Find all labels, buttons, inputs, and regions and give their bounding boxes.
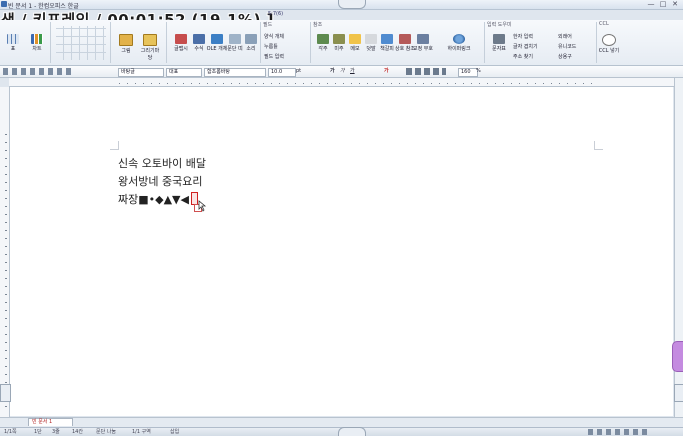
document-page[interactable]	[10, 87, 673, 416]
app-icon	[1, 1, 7, 7]
sound-button[interactable]: 소리	[240, 34, 262, 52]
common-phrase-button[interactable]: 상용구	[558, 53, 572, 60]
doc-line-1[interactable]: 신속 오토바이 배달	[118, 155, 206, 171]
table-chart-group: 표 차트	[0, 22, 51, 63]
left-side-tab[interactable]	[0, 384, 11, 402]
view-mode-buttons[interactable]	[588, 429, 648, 435]
hyperlink-button[interactable]: 하이퍼링크	[442, 34, 476, 52]
unicode-button[interactable]: 유니코드	[558, 43, 576, 50]
document-tab[interactable]: 빈 문서 1	[28, 418, 73, 426]
reference-group: 참조 각주 미주 메모 덧말 책갈피 상호 참조 교정 부호 하이퍼링크	[312, 22, 485, 63]
wordart-icon	[175, 34, 187, 44]
table-button[interactable]: 표	[2, 34, 24, 52]
style-select[interactable]: 바탕글	[118, 68, 164, 77]
close-button[interactable]: ✕	[670, 1, 680, 8]
ccl-icon	[602, 34, 616, 46]
ole-icon	[211, 34, 223, 44]
font-select[interactable]: 함초롬바탕	[204, 68, 266, 77]
click-here-button[interactable]: 누름틀	[264, 43, 278, 50]
proofread-icon	[417, 34, 429, 44]
zoom-unit: %	[476, 68, 481, 74]
globe-icon	[453, 34, 465, 44]
document-tab-bar	[0, 417, 683, 427]
vertical-ruler[interactable]	[0, 87, 10, 417]
right-side-tab[interactable]	[674, 384, 683, 402]
symbol-icon	[493, 34, 505, 44]
proofread-button[interactable]: 교정 부호	[412, 34, 434, 52]
equation-icon	[193, 34, 205, 44]
ruler-ticks	[119, 83, 599, 84]
hanja-input-button[interactable]: 한자 입력	[513, 33, 533, 40]
chart-icon	[31, 34, 43, 44]
picture-icon	[119, 34, 133, 46]
bookmark-icon	[381, 34, 393, 44]
margin-corner-tl	[110, 141, 119, 150]
insert-group: 그림 그리기마당	[112, 22, 167, 63]
zoom-input[interactable]: 160	[458, 68, 478, 77]
table-icon	[7, 34, 19, 44]
loanword-button[interactable]: 외래어	[558, 33, 572, 40]
overlap-char-button[interactable]: 글자 겹치기	[513, 43, 538, 50]
maximize-button[interactable]: □	[658, 1, 668, 8]
italic-button[interactable]: 가	[340, 68, 345, 75]
mouse-pointer-icon	[198, 200, 207, 212]
sound-icon	[245, 34, 257, 44]
ccl-group: CCL CCL 넣기	[598, 21, 620, 54]
minimize-button[interactable]: —	[646, 1, 656, 8]
chart-button[interactable]: 차트	[26, 34, 48, 52]
doc-line-3[interactable]: 짜장■•◆▲▼◀	[118, 191, 189, 207]
object-group: 글맵시 수식 OLE 개체 문단 띠 소리	[168, 22, 261, 63]
picture-button[interactable]: 그림	[115, 34, 137, 54]
ccl-insert-button[interactable]: CCL 넣기	[598, 34, 620, 54]
drawing-button[interactable]: 그리기마당	[139, 34, 161, 61]
margin-corner-tr	[594, 141, 603, 150]
input-helper-group: 입력 도우미 문자표 한자 입력 글자 겹치기 주소 찾기 외래어 유니코드 상…	[486, 22, 597, 63]
align-buttons[interactable]	[406, 68, 446, 75]
folder-icon	[143, 34, 157, 46]
shapes-gallery[interactable]	[56, 26, 106, 60]
ribbon: 5:7(6) 표 차트 그림 그리기마당 글맵시 수식 OLE 개체 문단 띠 …	[0, 11, 683, 66]
bold-button[interactable]: 가	[330, 68, 335, 75]
underline-button[interactable]: 가	[350, 68, 355, 75]
font-unit: pt	[296, 68, 302, 74]
font-size-input[interactable]: 10.0	[268, 68, 296, 77]
field-input-button[interactable]: 필드 입력	[264, 53, 284, 60]
vruler-ticks	[5, 127, 7, 407]
top-collapse-tab[interactable]	[338, 0, 366, 9]
format-toolbar: 바탕글 대표 함초롬바탕 10.0 pt 가 가 가 가 160 %	[0, 66, 683, 78]
horizontal-ruler[interactable]	[9, 78, 674, 87]
form-object-button[interactable]: 양식 개체	[264, 33, 284, 40]
font-color-button[interactable]: 가	[384, 68, 389, 75]
shapes-group	[52, 22, 111, 63]
language-select[interactable]: 대표	[166, 68, 202, 77]
field-group: 필드 양식 개체 누름틀 필드 입력	[262, 22, 311, 63]
quick-access-icons[interactable]	[3, 68, 73, 75]
doc-line-2[interactable]: 왕서방네 중국요리	[118, 173, 202, 189]
quick-label: 5:7(6)	[268, 11, 284, 17]
side-panel-handle[interactable]	[672, 341, 683, 372]
symbol-button[interactable]: 문자표	[488, 34, 510, 52]
address-search-button[interactable]: 주소 찾기	[513, 53, 533, 60]
cross-ref-icon	[399, 34, 411, 44]
